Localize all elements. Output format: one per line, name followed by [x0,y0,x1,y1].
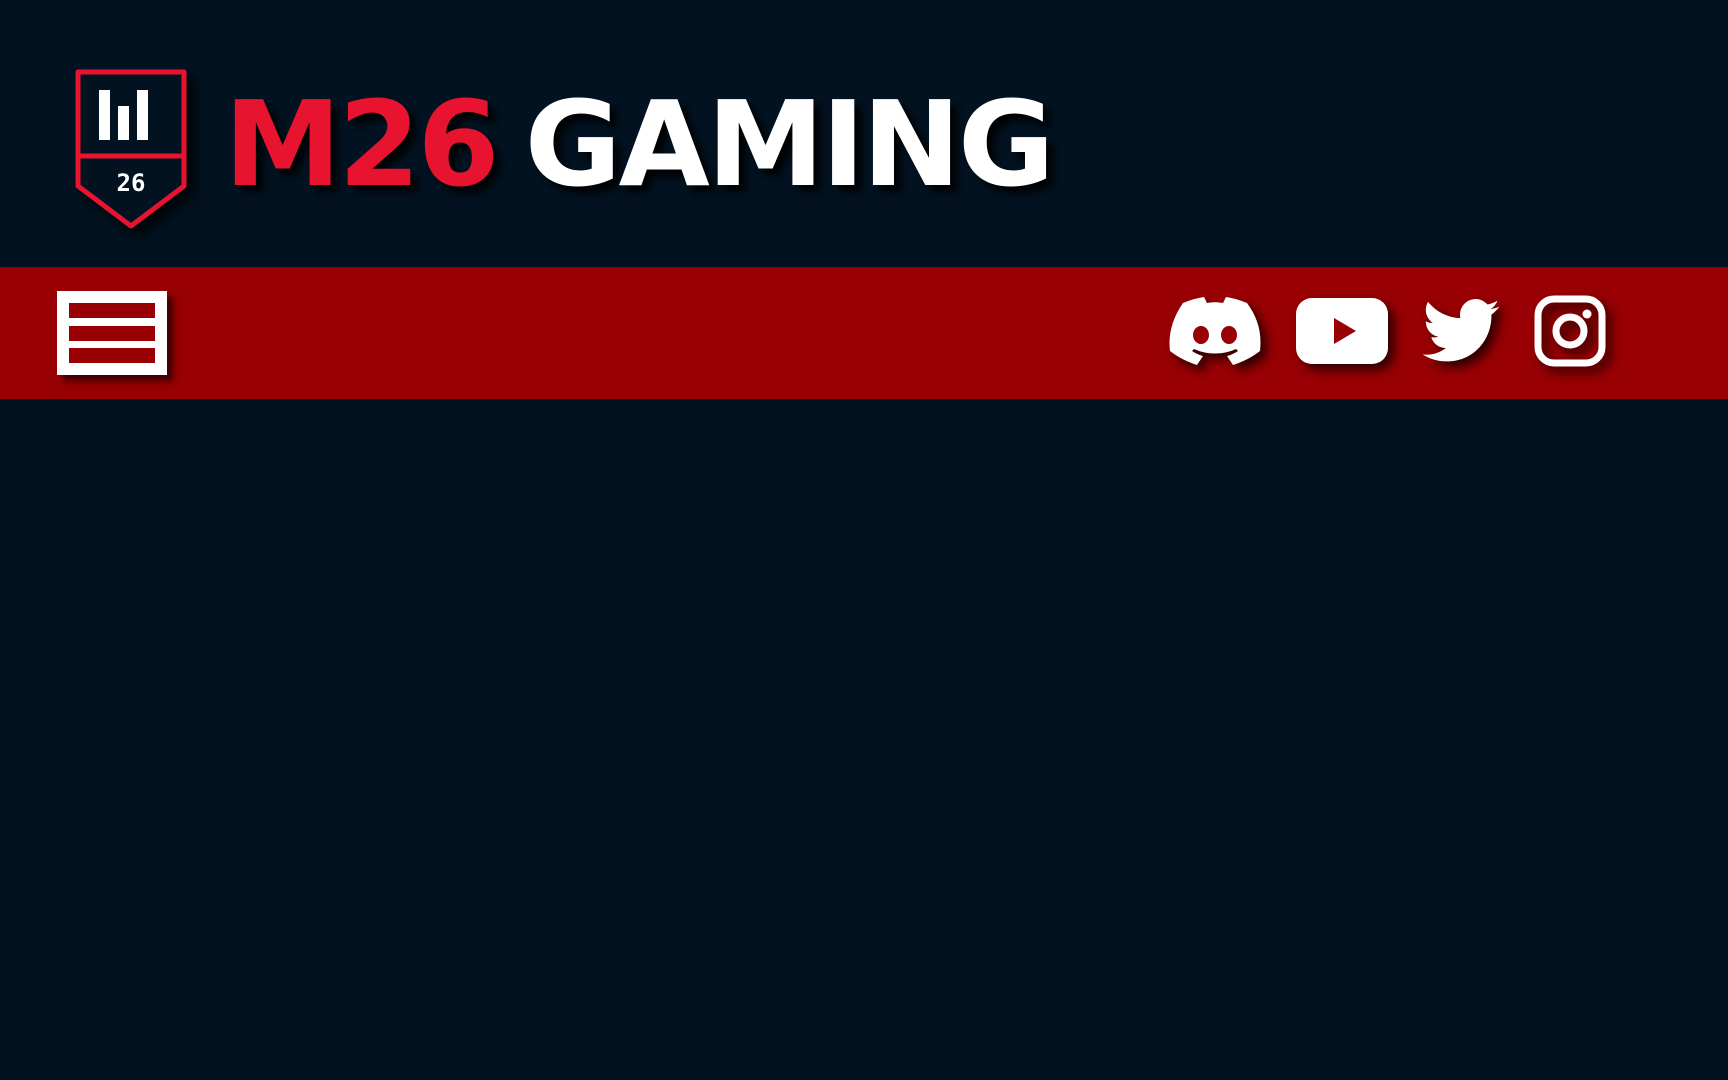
hamburger-menu-button[interactable] [57,291,167,375]
instagram-icon [1534,295,1606,367]
youtube-icon [1296,298,1388,364]
twitter-icon [1422,299,1500,362]
site-title: M26 GAMING [224,85,1055,203]
menu-bar [69,325,155,341]
hamburger-menu-icon [69,303,155,318]
instagram-link[interactable] [1534,295,1606,371]
badge-number: 26 [117,169,146,197]
shield-logo-icon: 26 [75,69,187,229]
site-header: 26 M26 GAMING [0,0,1728,267]
main-content [0,399,1728,1080]
page: 26 M26 GAMING [0,0,1728,1080]
discord-link[interactable] [1168,297,1262,369]
site-title-accent: M26 [224,75,500,213]
navigation-bar [0,267,1728,399]
youtube-link[interactable] [1296,298,1388,368]
discord-icon [1169,297,1261,365]
twitter-link[interactable] [1422,299,1500,367]
social-links [1168,295,1606,371]
menu-bar [69,348,155,363]
brand-logo-link[interactable]: 26 M26 GAMING [74,68,1055,230]
site-title-rest: GAMING [524,75,1055,213]
